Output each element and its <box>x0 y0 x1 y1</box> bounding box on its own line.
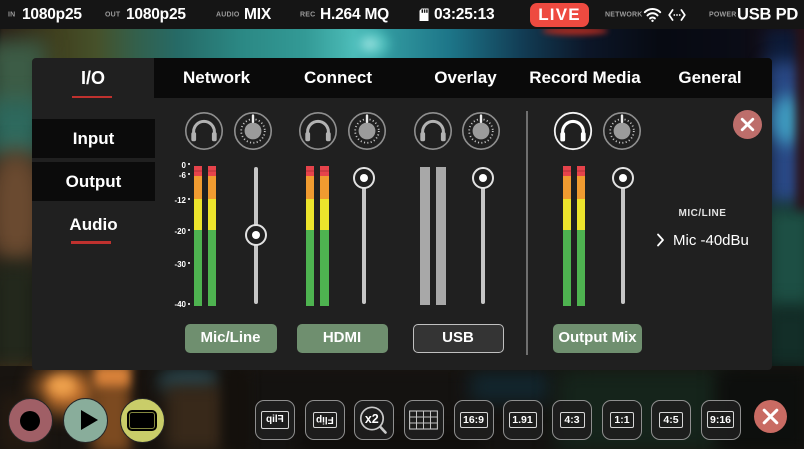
svg-text:x2: x2 <box>365 412 379 426</box>
